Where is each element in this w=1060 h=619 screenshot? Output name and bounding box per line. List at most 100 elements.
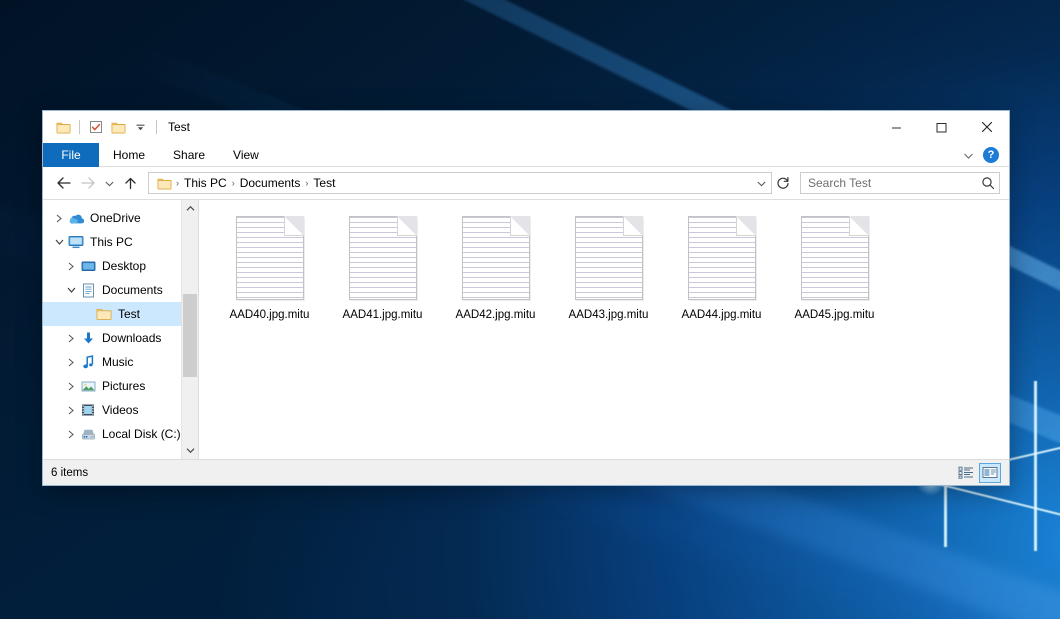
file-list-pane[interactable]: AAD40.jpg.mitu AAD41.jpg.mitu AAD42.jpg.… [199,200,1009,459]
navigation-pane-scrollbar[interactable] [181,200,198,459]
file-name: AAD45.jpg.mitu [795,308,875,322]
file-item[interactable]: AAD44.jpg.mitu [665,212,778,328]
folder-icon[interactable] [52,116,74,138]
search-box[interactable] [800,172,1000,194]
maximize-button[interactable] [919,111,964,143]
drive-icon [79,428,97,441]
chevron-right-icon[interactable] [63,334,79,343]
sidebar-item-label: This PC [90,235,133,249]
pictures-icon [79,380,97,393]
breadcrumb-item-this-pc[interactable]: This PC [180,176,231,190]
downloads-icon [79,331,97,346]
details-view-button[interactable] [955,463,977,483]
tab-share[interactable]: Share [159,143,219,167]
file-item[interactable]: AAD43.jpg.mitu [552,212,665,328]
folder-icon [95,307,113,321]
chevron-right-icon[interactable] [63,430,79,439]
sidebar-item-this-pc[interactable]: This PC [43,230,198,254]
generic-document-icon [349,216,417,300]
search-input[interactable] [808,176,981,190]
documents-icon [79,283,97,298]
chevron-right-icon[interactable] [63,262,79,271]
sidebar-item-videos[interactable]: Videos [43,398,198,422]
quick-access-toolbar: Test [43,111,190,143]
chevron-right-icon[interactable] [51,214,67,223]
file-grid: AAD40.jpg.mitu AAD41.jpg.mitu AAD42.jpg.… [213,212,1009,328]
sidebar-item-label: Pictures [102,379,145,393]
toolbar-separator [79,120,80,134]
chevron-right-icon[interactable] [63,406,79,415]
properties-icon[interactable] [85,116,107,138]
chevron-right-icon[interactable] [63,382,79,391]
sidebar-item-label: Music [102,355,133,369]
sidebar-item-label: Local Disk (C:) [102,427,181,441]
sidebar-item-downloads[interactable]: Downloads [43,326,198,350]
scrollbar-track[interactable] [182,217,198,442]
file-name: AAD43.jpg.mitu [569,308,649,322]
sidebar-item-test[interactable]: Test [43,302,198,326]
refresh-icon[interactable] [772,172,794,194]
sidebar-item-label: Downloads [102,331,161,345]
up-button[interactable] [118,171,142,195]
search-icon[interactable] [981,176,995,190]
title-bar: Test [43,111,1009,143]
generic-document-icon [801,216,869,300]
tab-home[interactable]: Home [99,143,159,167]
chevron-down-icon[interactable] [63,286,79,294]
sidebar-item-label: Videos [102,403,138,417]
sidebar-item-music[interactable]: Music [43,350,198,374]
navigation-pane: OneDrive This PC [43,200,199,459]
file-name: AAD44.jpg.mitu [682,308,762,322]
file-name: AAD40.jpg.mitu [230,308,310,322]
new-folder-icon[interactable] [107,116,129,138]
scrollbar-thumb[interactable] [183,294,197,377]
forward-button[interactable] [76,171,100,195]
address-bar: › This PC › Documents › Test [43,167,1009,199]
window-controls [874,111,1009,143]
music-icon [79,355,97,370]
generic-document-icon [462,216,530,300]
file-explorer-window: Test File Home Share View [42,110,1010,486]
scroll-down-icon[interactable] [182,442,198,459]
sidebar-item-pictures[interactable]: Pictures [43,374,198,398]
file-item[interactable]: AAD42.jpg.mitu [439,212,552,328]
file-item[interactable]: AAD40.jpg.mitu [213,212,326,328]
toolbar-separator [156,120,157,134]
sidebar-item-label: Documents [102,283,163,297]
generic-document-icon [688,216,756,300]
ribbon-right-controls: ? [962,143,1005,167]
minimize-button[interactable] [874,111,919,143]
onedrive-icon [67,212,85,225]
close-button[interactable] [964,111,1009,143]
file-item[interactable]: AAD45.jpg.mitu [778,212,891,328]
breadcrumb-item-documents[interactable]: Documents [236,176,305,190]
status-bar: 6 items [43,459,1009,485]
sidebar-item-onedrive[interactable]: OneDrive [43,206,198,230]
sidebar-item-label: Desktop [102,259,146,273]
file-name: AAD42.jpg.mitu [456,308,536,322]
scroll-up-icon[interactable] [182,200,198,217]
sidebar-item-local-disk[interactable]: Local Disk (C:) [43,422,198,446]
recent-locations-button[interactable] [100,171,118,195]
chevron-down-icon[interactable] [962,149,975,162]
chevron-down-icon[interactable] [51,238,67,246]
chevron-down-icon[interactable] [129,116,151,138]
explorer-body: OneDrive This PC [43,199,1009,459]
large-icons-view-button[interactable] [979,463,1001,483]
tab-view[interactable]: View [219,143,273,167]
breadcrumb-bar[interactable]: › This PC › Documents › Test [148,172,772,194]
view-mode-buttons [955,463,1001,483]
desktop-icon [79,260,97,273]
breadcrumb-item-test[interactable]: Test [309,176,339,190]
chevron-right-icon[interactable] [63,358,79,367]
tab-file[interactable]: File [43,143,99,167]
sidebar-item-label: Test [118,307,140,321]
file-item[interactable]: AAD41.jpg.mitu [326,212,439,328]
help-icon[interactable]: ? [983,147,999,163]
sidebar-item-desktop[interactable]: Desktop [43,254,198,278]
back-button[interactable] [52,171,76,195]
desktop: Test File Home Share View [0,0,1060,619]
sidebar-item-documents[interactable]: Documents [43,278,198,302]
chevron-down-icon[interactable] [753,173,769,193]
ribbon-tab-bar: File Home Share View ? [43,143,1009,167]
